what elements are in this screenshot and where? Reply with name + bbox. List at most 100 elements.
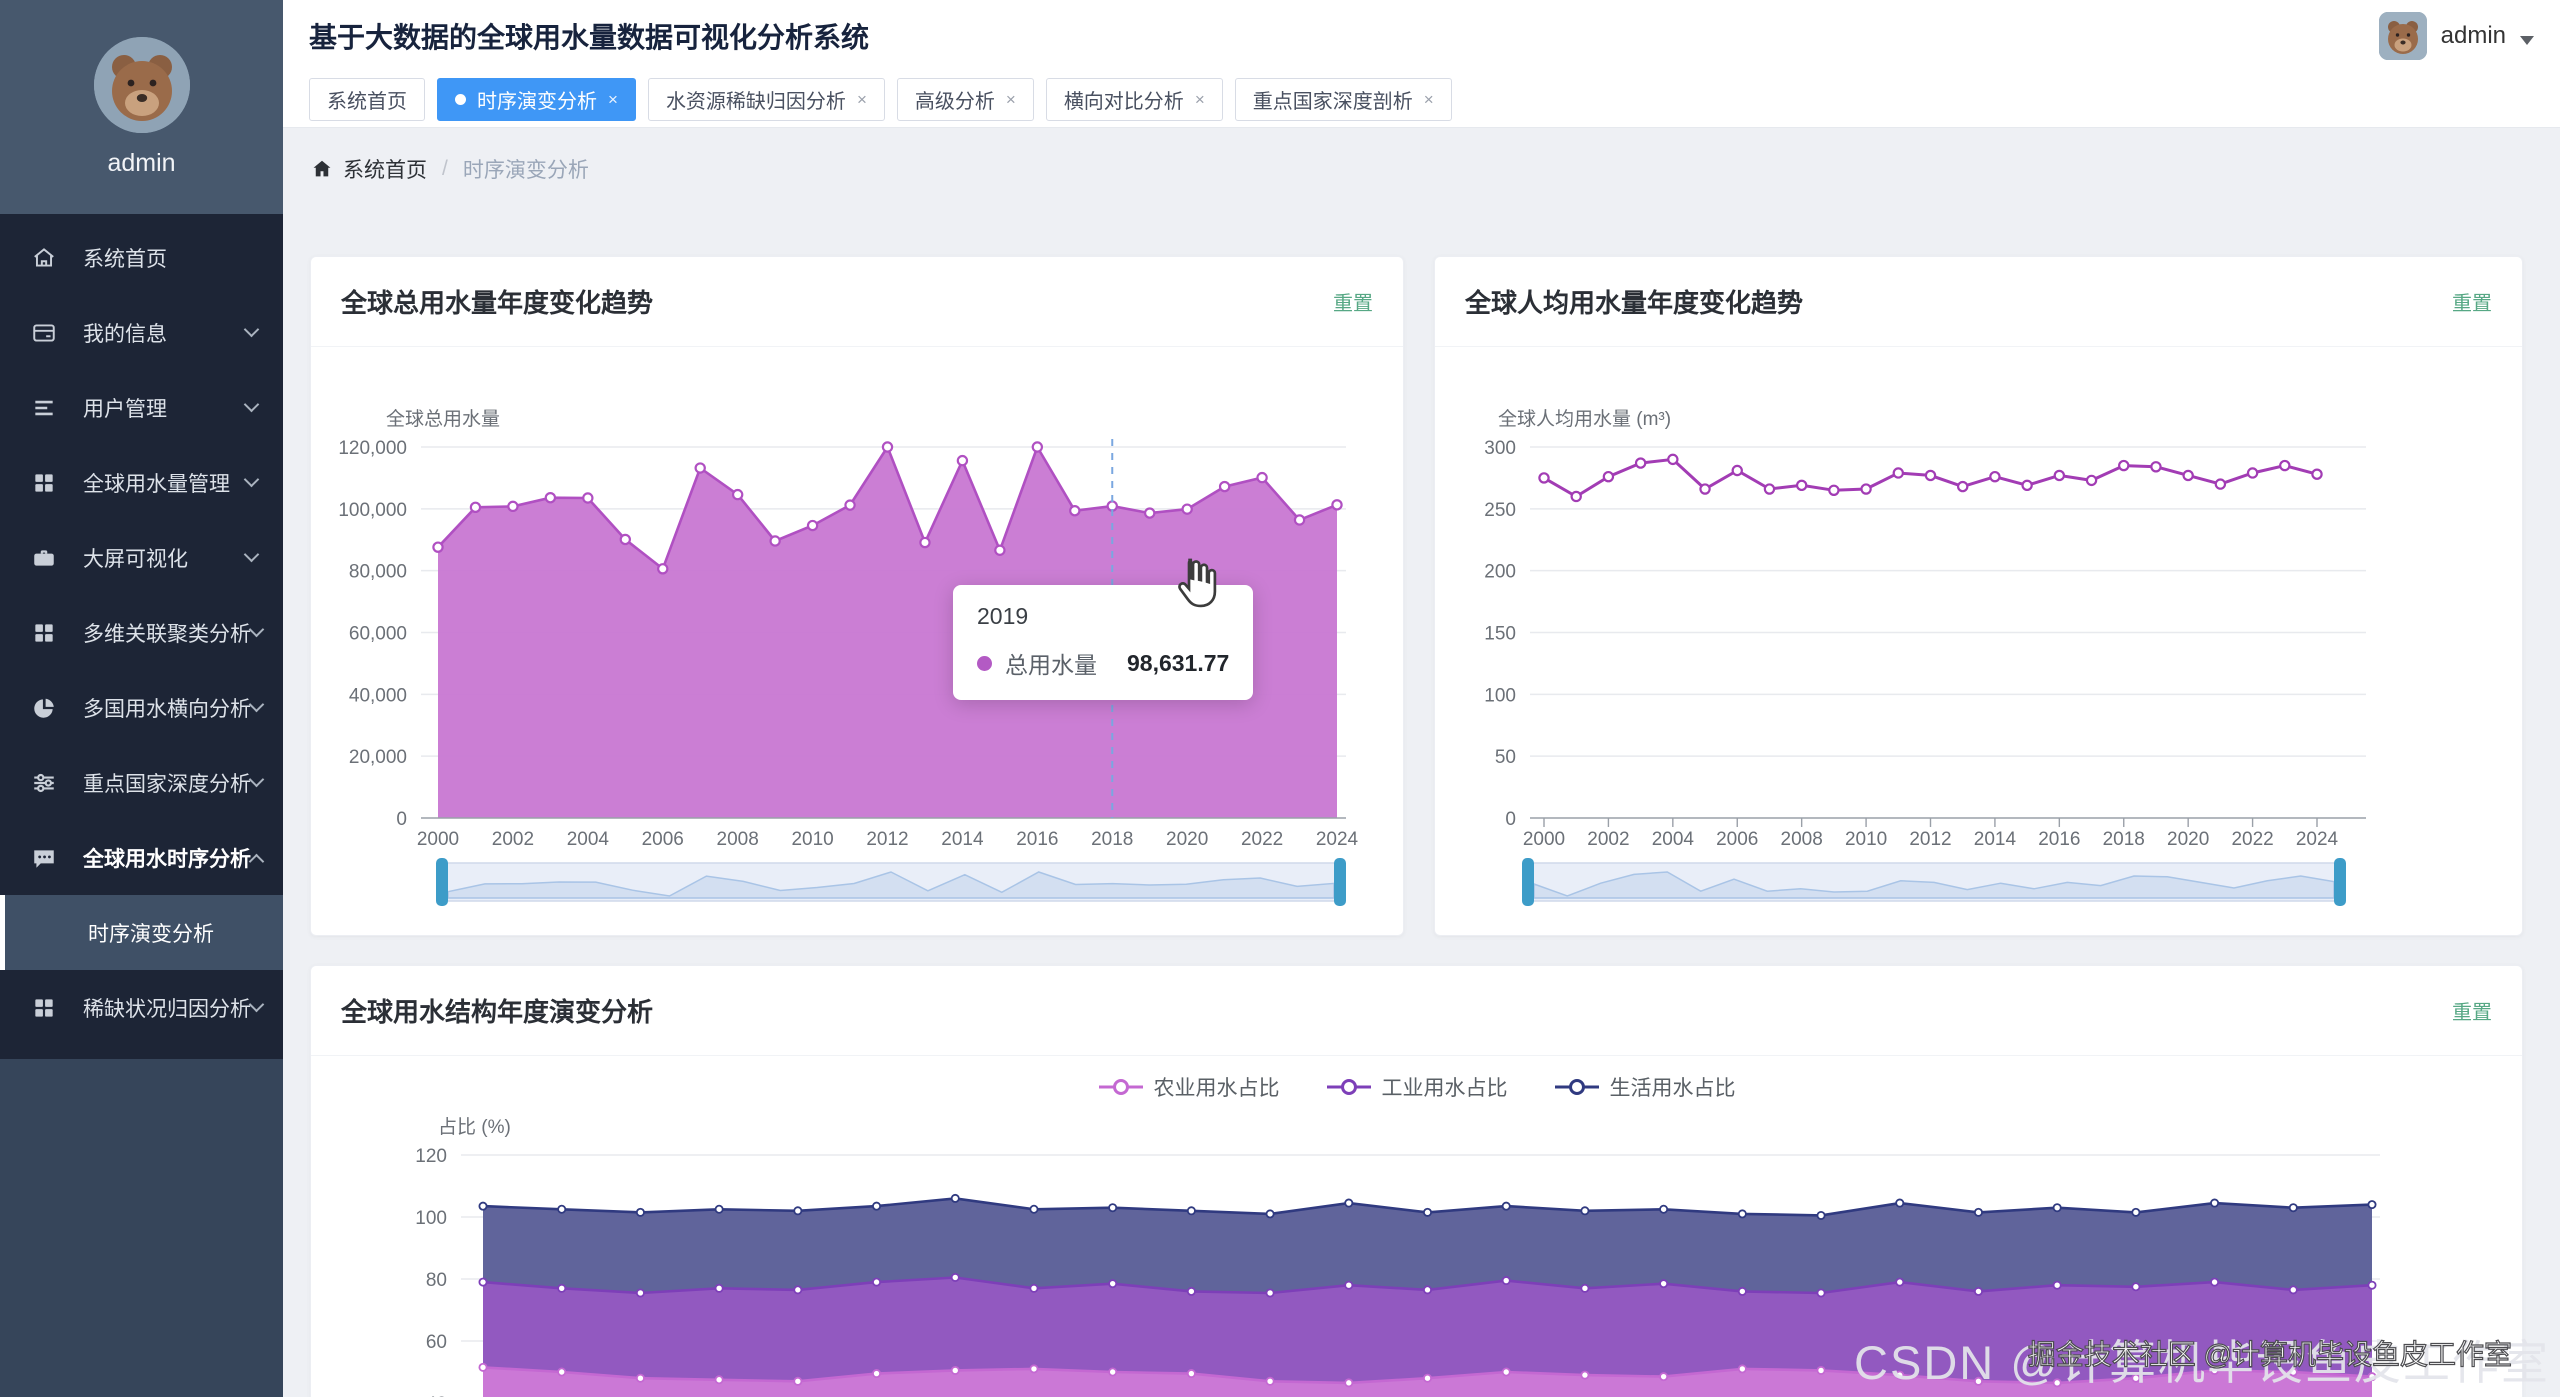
card-total-water-trend: 全球总用水量年度变化趋势 重置 2019 总用水量 98,631.77 (310, 256, 1404, 936)
total-water-chart[interactable]: 2019 总用水量 98,631.77 020,00040,00060,0008… (311, 347, 1403, 935)
datazoom-handle-right[interactable] (1334, 858, 1346, 906)
home-icon (30, 244, 57, 271)
card-title: 全球用水结构年度演变分析 (341, 992, 653, 1029)
sidebar-item-4[interactable]: 大屏可视化 (0, 520, 283, 595)
datazoom-handle-right[interactable] (2334, 858, 2346, 906)
breadcrumb-separator: / (442, 157, 448, 181)
chevron-down-icon (249, 622, 265, 638)
tab-1[interactable]: 时序演变分析 × (437, 78, 636, 121)
legend-line-marker-icon (1326, 1078, 1372, 1096)
reset-button[interactable]: 重置 (2452, 287, 2492, 316)
chevron-up-icon (249, 854, 265, 870)
chart-legend: 农业用水占比 工业用水占比 生活用水占比 (311, 1072, 2522, 1102)
card-header: 全球用水结构年度演变分析 重置 (311, 966, 2522, 1056)
tab-4[interactable]: 横向对比分析 × (1046, 78, 1223, 121)
svg-text:2020: 2020 (2167, 829, 2209, 850)
sidebar: admin 系统首页 我的信息 用户管理 全球用水量管理 大屏可视化 多维关联聚… (0, 0, 283, 1397)
sidebar-item-1[interactable]: 我的信息 (0, 295, 283, 370)
datazoom-handle-left[interactable] (436, 858, 448, 906)
home-icon (311, 158, 333, 180)
tab-3[interactable]: 高级分析 × (897, 78, 1034, 121)
chat-icon (30, 844, 57, 871)
svg-text:80,000: 80,000 (349, 562, 407, 583)
legend-line-marker-icon (1554, 1078, 1600, 1096)
close-icon[interactable]: × (857, 91, 867, 108)
reset-button[interactable]: 重置 (1333, 287, 1373, 316)
page-title: 基于大数据的全球用水量数据可视化分析系统 (309, 16, 869, 56)
tab-0[interactable]: 系统首页 × (309, 78, 425, 121)
sidebar-item-5[interactable]: 多维关联聚类分析 (0, 595, 283, 670)
svg-text:2004: 2004 (1652, 829, 1695, 850)
hand-cursor-icon (1171, 555, 1217, 614)
datazoom-handle-left[interactable] (1522, 858, 1534, 906)
chart-svg-1[interactable]: 050100150200250300全球人均用水量 (m³)2000200220… (1435, 347, 2524, 941)
svg-text:60: 60 (426, 1332, 447, 1353)
svg-text:2024: 2024 (1316, 829, 1359, 850)
sidebar-item-3[interactable]: 全球用水量管理 (0, 445, 283, 520)
user-avatar[interactable] (94, 37, 190, 133)
legend-item-0[interactable]: 农业用水占比 (1098, 1072, 1280, 1102)
sidebar-subitem[interactable]: 时序演变分析 (0, 895, 283, 970)
sidebar-item-7[interactable]: 重点国家深度分析 (0, 745, 283, 820)
svg-text:2010: 2010 (791, 829, 833, 850)
svg-text:60,000: 60,000 (349, 624, 407, 645)
tab-2[interactable]: 水资源稀缺归因分析 × (648, 78, 885, 121)
svg-text:2016: 2016 (2038, 829, 2080, 850)
svg-text:300: 300 (1484, 438, 1516, 459)
chevron-down-icon (249, 997, 265, 1013)
close-icon[interactable]: × (1006, 91, 1016, 108)
caret-down-icon (2520, 36, 2534, 45)
card-title: 全球人均用水量年度变化趋势 (1465, 283, 1803, 320)
card-header: 全球总用水量年度变化趋势 重置 (311, 257, 1403, 347)
sidebar-item-9[interactable]: 稀缺状况归因分析 (0, 970, 283, 1045)
close-icon[interactable]: × (1195, 91, 1205, 108)
svg-text:占比 (%): 占比 (%) (438, 1116, 511, 1138)
bear-avatar-image (2379, 12, 2427, 60)
active-dot-icon (455, 94, 466, 105)
sidebar-item-2[interactable]: 用户管理 (0, 370, 283, 445)
svg-text:2012: 2012 (866, 829, 908, 850)
legend-item-2[interactable]: 生活用水占比 (1554, 1072, 1736, 1102)
reset-button[interactable]: 重置 (2452, 996, 2492, 1025)
svg-text:2004: 2004 (567, 829, 610, 850)
svg-text:2000: 2000 (1523, 829, 1565, 850)
card-title: 全球总用水量年度变化趋势 (341, 283, 653, 320)
svg-text:2018: 2018 (2103, 829, 2145, 850)
sidebar-item-0[interactable]: 系统首页 (0, 220, 283, 295)
svg-text:2006: 2006 (1716, 829, 1758, 850)
svg-text:120: 120 (415, 1146, 447, 1167)
close-icon[interactable]: × (1424, 91, 1434, 108)
main-content: 系统首页 / 时序演变分析 全球总用水量年度变化趋势 重置 2019 总用水量 … (283, 128, 2560, 1397)
juejin-watermark: 掘金技术社区 @计算机毕设鱼皮工作室 (2028, 1333, 2512, 1373)
grid-icon (30, 469, 57, 496)
svg-text:全球人均用水量 (m³): 全球人均用水量 (m³) (1498, 408, 1671, 430)
breadcrumb-home[interactable]: 系统首页 (311, 154, 427, 184)
svg-text:0: 0 (396, 809, 407, 830)
svg-text:2010: 2010 (1845, 829, 1887, 850)
header-avatar (2379, 12, 2427, 60)
sidebar-item-6[interactable]: 多国用水横向分析 (0, 670, 283, 745)
close-icon[interactable]: × (608, 91, 618, 108)
sliders-icon (30, 769, 57, 796)
user-menu[interactable]: admin (2379, 12, 2534, 60)
svg-text:2014: 2014 (941, 829, 984, 850)
briefcase-icon (30, 544, 57, 571)
tab-5[interactable]: 重点国家深度剖析 × (1235, 78, 1452, 121)
card-per-capita-trend: 全球人均用水量年度变化趋势 重置 050100150200250300全球人均用… (1434, 256, 2523, 936)
svg-text:50: 50 (1495, 747, 1516, 768)
svg-text:2012: 2012 (1909, 829, 1951, 850)
sidebar-item-8[interactable]: 全球用水时序分析 (0, 820, 283, 895)
chevron-down-icon (244, 322, 260, 338)
svg-text:2020: 2020 (1166, 829, 1208, 850)
card-header: 全球人均用水量年度变化趋势 重置 (1435, 257, 2522, 347)
sidebar-menu: 系统首页 我的信息 用户管理 全球用水量管理 大屏可视化 多维关联聚类分析 多国… (0, 214, 283, 1059)
legend-item-1[interactable]: 工业用水占比 (1326, 1072, 1508, 1102)
per-capita-chart[interactable]: 050100150200250300全球人均用水量 (m³)2000200220… (1435, 347, 2522, 935)
svg-text:2002: 2002 (492, 829, 534, 850)
svg-text:2024: 2024 (2296, 829, 2339, 850)
svg-text:40,000: 40,000 (349, 685, 407, 706)
breadcrumb-current: 时序演变分析 (463, 154, 589, 184)
app-root: admin 系统首页 我的信息 用户管理 全球用水量管理 大屏可视化 多维关联聚… (0, 0, 2560, 1397)
chevron-down-icon (244, 472, 260, 488)
idcard-icon (30, 319, 57, 346)
